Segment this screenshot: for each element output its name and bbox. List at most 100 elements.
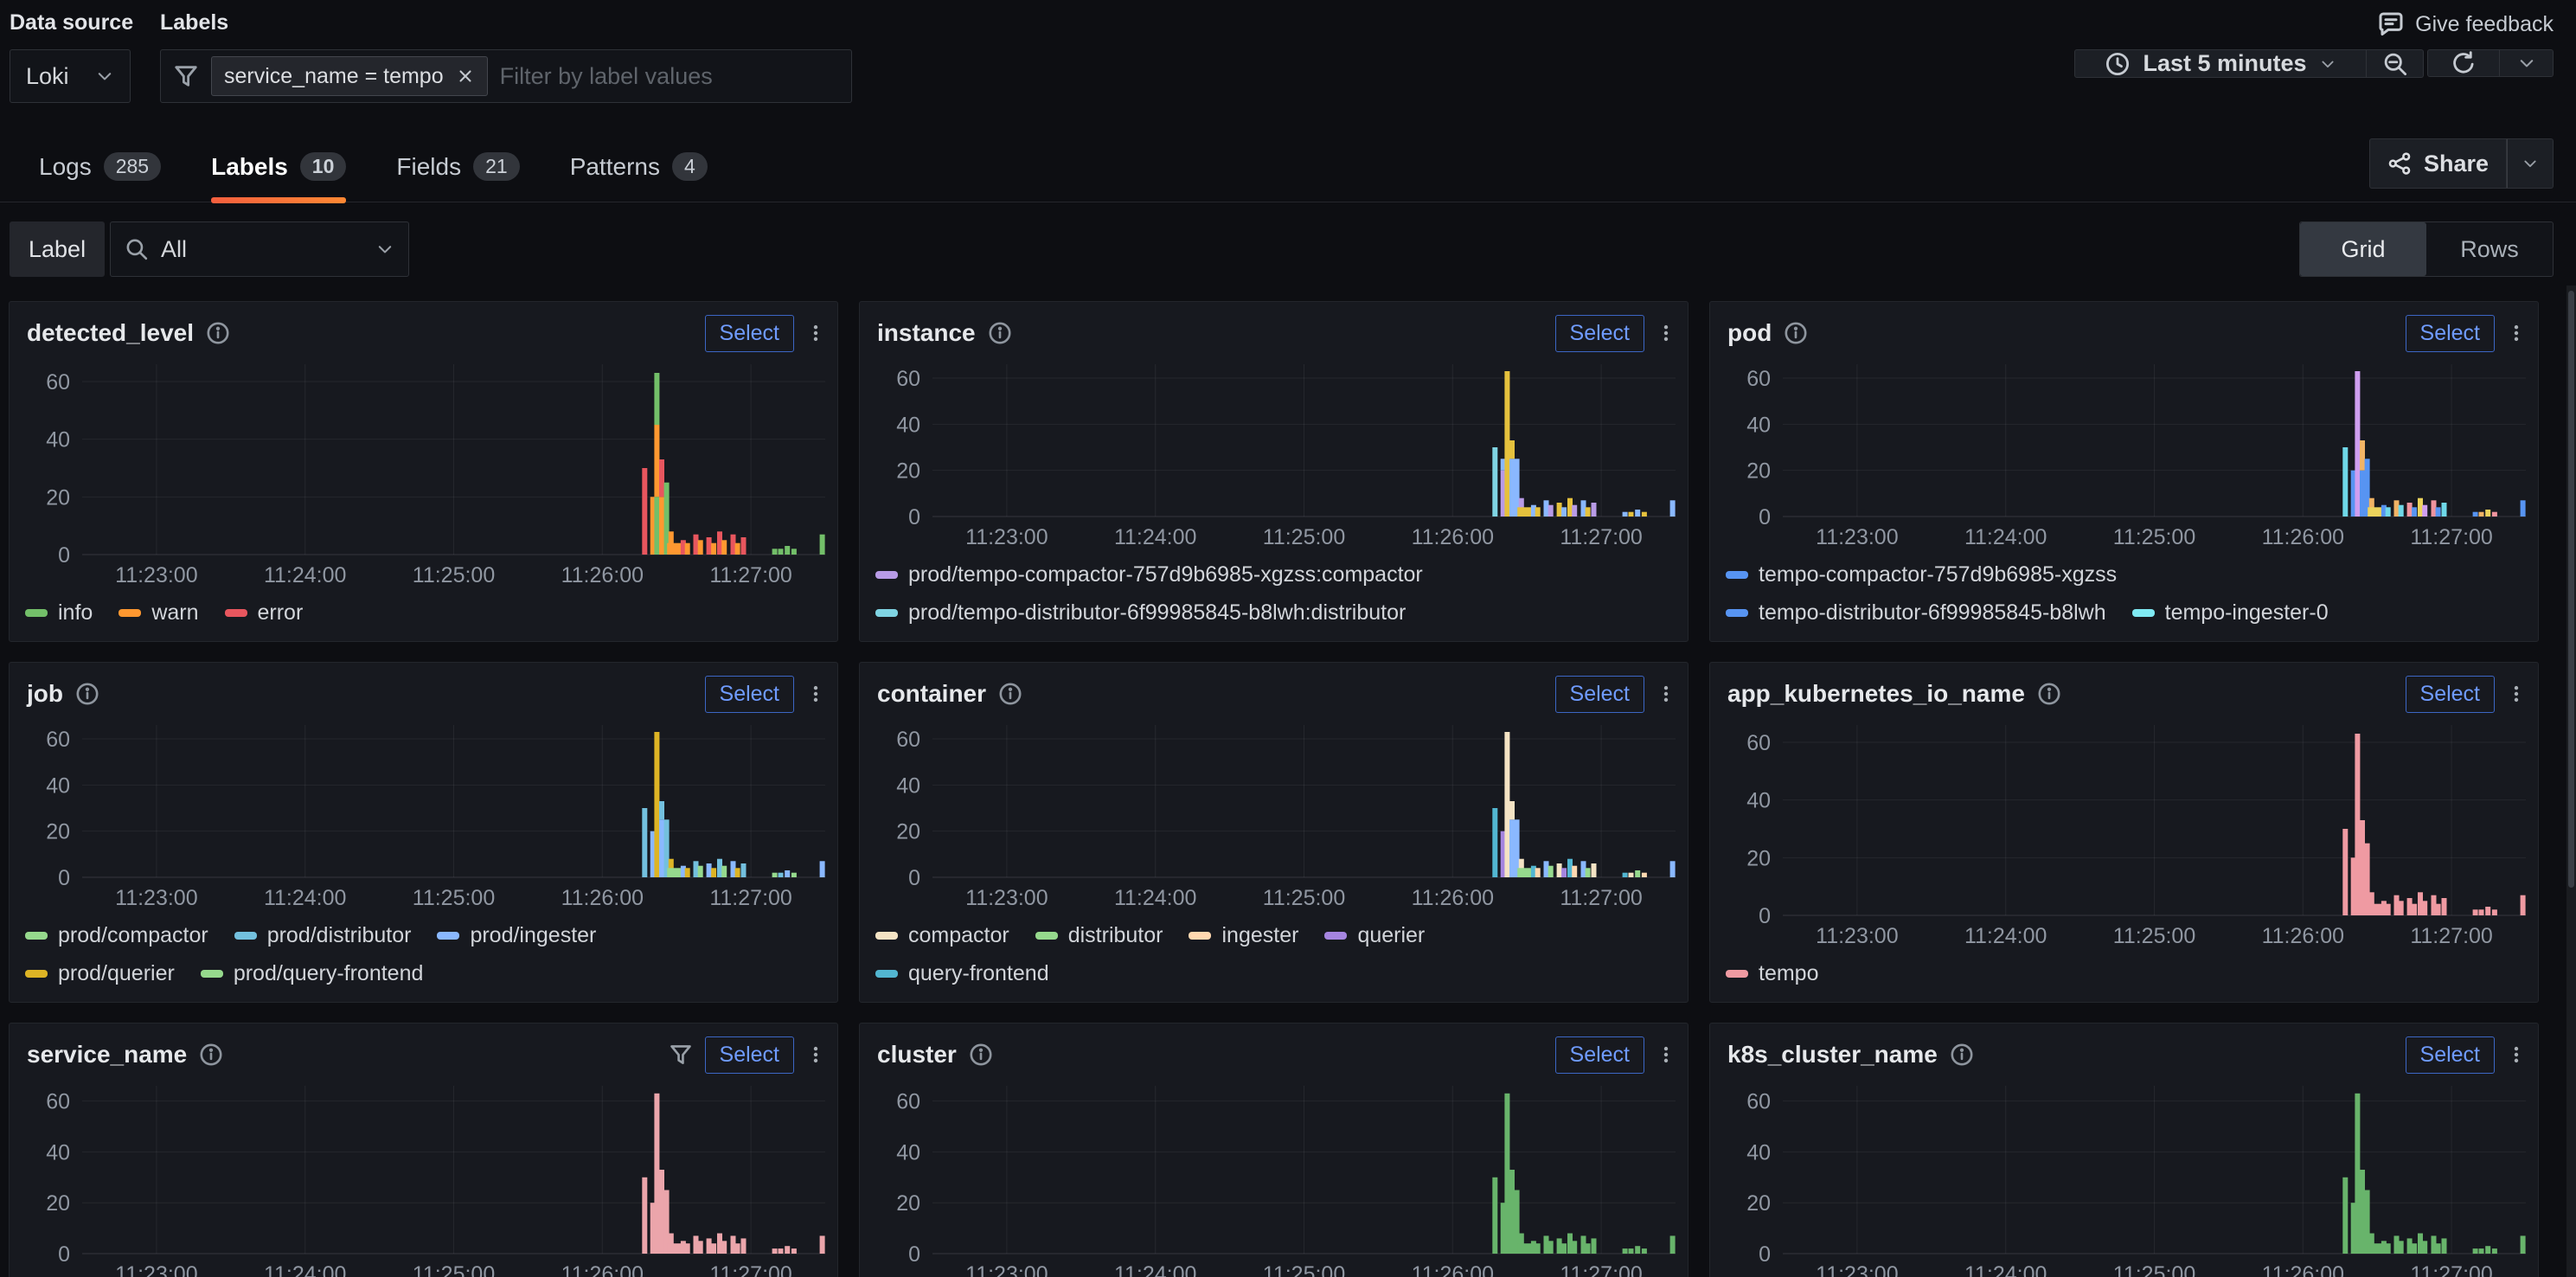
panel-header: container Select — [860, 663, 1688, 713]
svg-text:11:26:00: 11:26:00 — [561, 1262, 644, 1277]
vertical-scrollbar[interactable] — [2566, 286, 2576, 1277]
refresh-interval-dropdown[interactable] — [2500, 49, 2554, 77]
datasource-select[interactable]: Loki — [10, 49, 131, 103]
legend-item[interactable]: prod/compactor — [25, 923, 208, 948]
svg-text:11:26:00: 11:26:00 — [561, 886, 644, 910]
tab-logs[interactable]: Logs 285 — [39, 145, 161, 202]
panel-chart[interactable]: 020406011:23:0011:24:0011:25:0011:26:001… — [860, 352, 1688, 555]
kebab-menu-icon[interactable] — [1656, 1042, 1676, 1068]
close-icon[interactable] — [456, 67, 475, 86]
info-icon[interactable] — [988, 321, 1012, 345]
share-icon — [2387, 151, 2412, 176]
panel-chart[interactable]: 020406011:23:0011:24:0011:25:0011:26:001… — [860, 1074, 1688, 1277]
legend-item[interactable]: distributor — [1035, 923, 1163, 948]
datasource-value: Loki — [26, 63, 69, 90]
panel-header: instance Select — [860, 302, 1688, 352]
kebab-menu-icon[interactable] — [2507, 320, 2526, 346]
legend-item[interactable]: tempo — [1726, 961, 1818, 986]
label-field-chip: Label — [10, 221, 105, 277]
legend-item[interactable]: prod/query-frontend — [201, 961, 424, 986]
view-toggle-rows[interactable]: Rows — [2426, 222, 2553, 276]
legend-label: warn — [151, 600, 198, 626]
svg-text:11:23:00: 11:23:00 — [115, 886, 197, 910]
select-button[interactable]: Select — [1555, 676, 1644, 713]
info-icon[interactable] — [1950, 1043, 1974, 1067]
legend-item[interactable]: warn — [119, 600, 198, 626]
legend-item[interactable]: query-frontend — [875, 961, 1049, 986]
panel-chart[interactable]: 020406011:23:0011:24:0011:25:0011:26:001… — [10, 713, 837, 915]
kebab-menu-icon[interactable] — [1656, 320, 1676, 346]
legend-item[interactable]: prod/tempo-compactor-757d9b6985-xgzss:co… — [875, 562, 1423, 587]
svg-text:11:23:00: 11:23:00 — [1816, 1262, 1898, 1277]
label-search-select[interactable]: All — [110, 221, 409, 277]
legend-item[interactable]: prod/querier — [25, 961, 175, 986]
info-icon[interactable] — [969, 1043, 993, 1067]
zoom-out-button[interactable] — [2367, 49, 2424, 78]
scrollbar-thumb[interactable] — [2568, 291, 2574, 888]
tab-fields[interactable]: Fields 21 — [396, 145, 519, 202]
legend-item[interactable]: info — [25, 600, 93, 626]
clock-icon — [2105, 51, 2131, 77]
legend-item[interactable]: ingester — [1189, 923, 1298, 948]
svg-text:11:24:00: 11:24:00 — [264, 1262, 346, 1277]
legend-swatch — [1726, 571, 1748, 579]
panel-chart[interactable]: 020406011:23:0011:24:0011:25:0011:26:001… — [1710, 1074, 2538, 1277]
info-icon[interactable] — [199, 1043, 223, 1067]
svg-text:20: 20 — [1746, 459, 1771, 484]
tab-label: Patterns — [570, 153, 660, 181]
info-icon[interactable] — [1784, 321, 1808, 345]
legend-item[interactable]: prod/ingester — [437, 923, 596, 948]
kebab-menu-icon[interactable] — [806, 1042, 825, 1068]
select-button[interactable]: Select — [2406, 1036, 2495, 1074]
legend-item[interactable]: prod/tempo-distributor-6f99985845-b8lwh:… — [875, 600, 1406, 626]
datasource-label: Data source — [10, 10, 133, 35]
panel-chart[interactable]: 020406011:23:0011:24:0011:25:0011:26:001… — [1710, 352, 2538, 555]
select-button[interactable]: Select — [705, 1036, 794, 1074]
panel-chart[interactable]: 020406011:23:0011:24:0011:25:0011:26:001… — [1710, 713, 2538, 953]
info-icon[interactable] — [75, 682, 99, 706]
filter-chip[interactable]: service_name = tempo — [211, 56, 488, 96]
refresh-button[interactable] — [2427, 49, 2500, 77]
label-filter-input[interactable]: service_name = tempo Filter by label val… — [160, 49, 852, 103]
panel-chart[interactable]: 020406011:23:0011:24:0011:25:0011:26:001… — [10, 1074, 837, 1277]
info-icon[interactable] — [206, 321, 230, 345]
info-icon[interactable] — [2037, 682, 2061, 706]
kebab-menu-icon[interactable] — [806, 320, 825, 346]
give-feedback-button[interactable]: Give feedback — [2377, 10, 2554, 38]
view-toggle-grid[interactable]: Grid — [2300, 222, 2426, 276]
legend-item[interactable]: prod/distributor — [234, 923, 412, 948]
svg-text:0: 0 — [908, 866, 920, 890]
legend-swatch — [234, 932, 257, 940]
panel-chart[interactable]: 020406011:23:0011:24:0011:25:0011:26:001… — [860, 713, 1688, 915]
kebab-menu-icon[interactable] — [806, 681, 825, 707]
svg-text:11:24:00: 11:24:00 — [1964, 924, 2047, 948]
time-range-picker[interactable]: Last 5 minutes — [2074, 49, 2367, 78]
legend-item[interactable]: compactor — [875, 923, 1009, 948]
share-button[interactable]: Share — [2369, 138, 2507, 189]
chevron-down-icon — [2319, 55, 2336, 73]
share-dropdown[interactable] — [2507, 138, 2554, 189]
legend-item[interactable]: tempo-distributor-6f99985845-b8lwh — [1726, 600, 2106, 626]
legend-item[interactable]: querier — [1324, 923, 1425, 948]
info-icon[interactable] — [998, 682, 1022, 706]
svg-text:60: 60 — [1746, 731, 1771, 755]
legend-item[interactable]: error — [225, 600, 304, 626]
legend-item[interactable]: tempo-compactor-757d9b6985-xgzss — [1726, 562, 2117, 587]
tab-patterns[interactable]: Patterns 4 — [570, 145, 708, 202]
select-button[interactable]: Select — [1555, 1036, 1644, 1074]
select-button[interactable]: Select — [705, 676, 794, 713]
select-button[interactable]: Select — [1555, 315, 1644, 352]
kebab-menu-icon[interactable] — [2507, 681, 2526, 707]
legend-swatch — [1324, 932, 1347, 940]
panel-chart[interactable]: 020406011:23:0011:24:0011:25:0011:26:001… — [10, 352, 837, 593]
select-button[interactable]: Select — [2406, 676, 2495, 713]
select-button[interactable]: Select — [2406, 315, 2495, 352]
select-button[interactable]: Select — [705, 315, 794, 352]
svg-text:40: 40 — [46, 1140, 70, 1165]
legend-item[interactable]: tempo-ingester-0 — [2132, 600, 2329, 626]
panel-title: instance — [877, 319, 976, 347]
kebab-menu-icon[interactable] — [1656, 681, 1676, 707]
panel-header: detected_level Select — [10, 302, 837, 352]
tab-labels[interactable]: Labels 10 — [211, 145, 346, 202]
kebab-menu-icon[interactable] — [2507, 1042, 2526, 1068]
